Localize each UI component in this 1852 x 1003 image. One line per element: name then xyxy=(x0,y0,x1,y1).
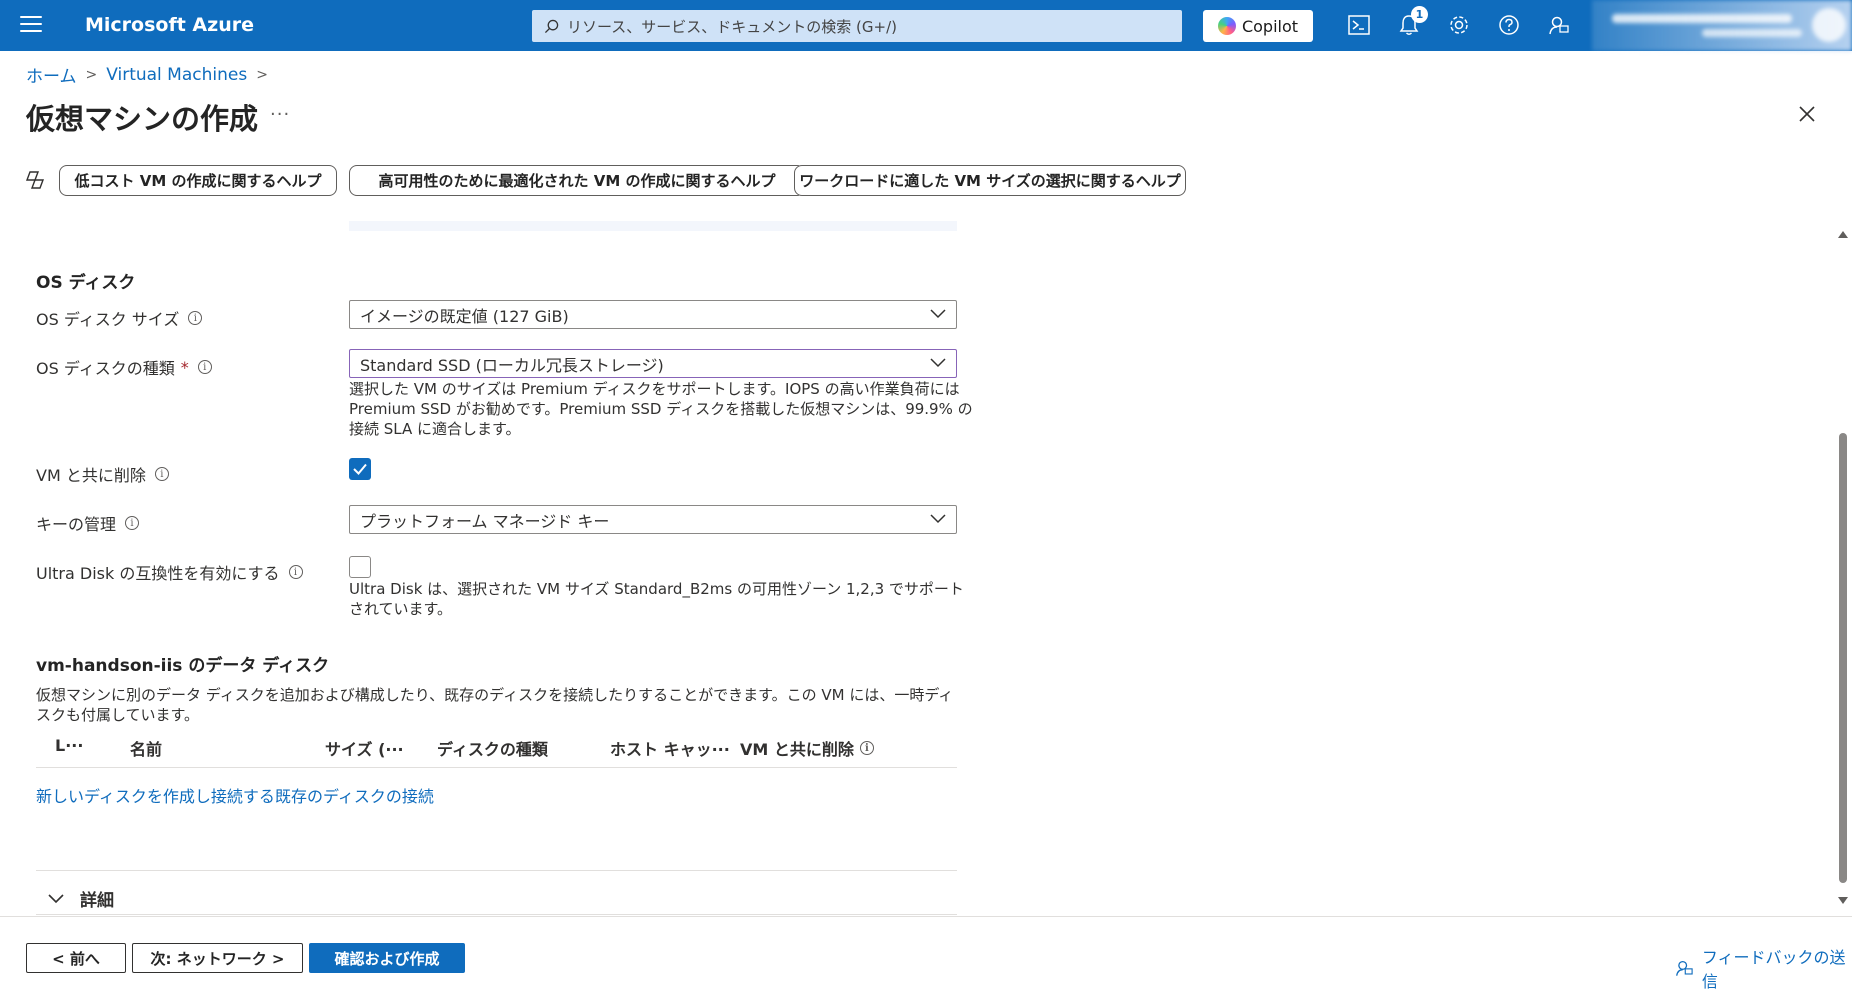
column-header-host-cache[interactable]: ホスト キャッ··· xyxy=(610,736,730,760)
copilot-prompt-icon xyxy=(25,171,45,189)
section-divider xyxy=(36,914,957,915)
portal-brand[interactable]: Microsoft Azure xyxy=(85,14,254,36)
attach-existing-disk-link[interactable]: 既存のディスクの接続 xyxy=(275,783,434,807)
os-disk-type-help-line: Premium SSD がお勧めです。Premium SSD ディスクを搭載した… xyxy=(349,400,973,418)
ultra-disk-label-text: Ultra Disk の互換性を有効にする xyxy=(36,564,280,583)
azure-portal-window: Microsoft Azure リソース、サービス、ドキュメントの検索 (G+/… xyxy=(0,0,1852,1003)
os-disk-size-label-text: OS ディスク サイズ xyxy=(36,310,180,329)
chevron-down-icon xyxy=(930,358,946,368)
scroll-down-arrow-icon[interactable] xyxy=(1838,897,1848,904)
global-search-input[interactable]: リソース、サービス、ドキュメントの検索 (G+/) xyxy=(532,10,1182,42)
delete-with-vm-label: VM と共に削除 i xyxy=(36,462,169,486)
info-icon[interactable]: i xyxy=(125,516,140,530)
os-disk-type-dropdown[interactable]: Standard SSD (ローカル冗長ストレージ) xyxy=(349,349,957,378)
key-management-label: キーの管理 i xyxy=(36,511,140,535)
notification-badge: 1 xyxy=(1411,6,1428,23)
info-icon[interactable]: i xyxy=(188,311,203,325)
help-low-cost-vm-button[interactable]: 低コスト VM の作成に関するヘルプ xyxy=(59,165,337,196)
data-disks-heading: vm-handson-iis のデータ ディスク xyxy=(36,656,330,676)
os-disk-type-label: OS ディスクの種類 * i xyxy=(36,355,212,379)
column-header-delete-with-vm-text: VM と共に削除 xyxy=(740,740,854,759)
avatar xyxy=(1812,8,1846,42)
os-disk-type-label-text: OS ディスクの種類 xyxy=(36,359,175,378)
top-nav-bar: Microsoft Azure リソース、サービス、ドキュメントの検索 (G+/… xyxy=(0,0,1852,51)
help-high-availability-vm-button[interactable]: 高可用性のために最適化された VM の作成に関するヘルプ xyxy=(349,165,805,196)
details-label: 詳細 xyxy=(80,891,114,911)
delete-with-vm-label-text: VM と共に削除 xyxy=(36,466,146,485)
key-management-dropdown[interactable]: プラットフォーム マネージド キー xyxy=(349,505,957,534)
breadcrumb-home[interactable]: ホーム xyxy=(26,62,77,87)
data-disks-description: 仮想マシンに別のデータ ディスクを追加および構成したり、既存のディスクを接続した… xyxy=(36,686,954,724)
copilot-label: Copilot xyxy=(1241,16,1299,36)
os-disk-heading: OS ディスク xyxy=(36,273,136,293)
key-management-value: プラットフォーム マネージド キー xyxy=(360,511,610,531)
vertical-scrollbar[interactable] xyxy=(1836,225,1850,910)
section-divider xyxy=(36,870,957,871)
account-menu-blurred[interactable] xyxy=(1592,0,1852,51)
breadcrumb-virtual-machines[interactable]: Virtual Machines xyxy=(106,65,247,85)
scroll-up-arrow-icon[interactable] xyxy=(1838,231,1848,238)
column-header-delete-with-vm[interactable]: VM と共に削除 i xyxy=(740,736,874,760)
chevron-down-icon xyxy=(930,514,946,524)
search-icon xyxy=(544,19,559,33)
ultra-disk-help: Ultra Disk は、選択された VM サイズ Standard_B2ms … xyxy=(349,579,964,619)
os-disk-type-help-line: 接続 SLA に適合します。 xyxy=(349,420,521,438)
os-disk-size-value: イメージの既定値 (127 GiB) xyxy=(360,306,569,326)
os-disk-size-label: OS ディスク サイズ i xyxy=(36,306,203,330)
feedback-person-icon[interactable] xyxy=(1546,12,1572,38)
previous-section-remnant xyxy=(349,221,957,231)
footer-divider xyxy=(0,916,1852,917)
help-question-icon[interactable] xyxy=(1496,12,1522,38)
review-create-button[interactable]: 確認および作成 xyxy=(309,943,465,973)
info-icon[interactable]: i xyxy=(197,360,212,374)
chevron-right-icon: > xyxy=(85,66,98,83)
details-expander[interactable]: 詳細 xyxy=(48,886,114,911)
scrollbar-thumb[interactable] xyxy=(1839,433,1847,883)
send-feedback-link[interactable]: フィードバックの送信 xyxy=(1675,944,1852,992)
info-icon[interactable]: i xyxy=(154,467,169,481)
chevron-down-icon xyxy=(48,893,64,903)
previous-button[interactable]: < 前へ xyxy=(26,943,126,973)
more-options-button[interactable]: ··· xyxy=(270,104,290,125)
chevron-right-icon: > xyxy=(256,66,268,83)
os-disk-type-help-line: 選択した VM のサイズは Premium ディスクをサポートします。IOPS … xyxy=(349,380,960,398)
cloud-shell-icon[interactable] xyxy=(1346,12,1372,38)
os-disk-type-help: 選択した VM のサイズは Premium ディスクをサポートします。IOPS … xyxy=(349,379,973,439)
ultra-disk-label: Ultra Disk の互換性を有効にする i xyxy=(36,560,303,584)
column-header-name[interactable]: 名前 xyxy=(130,736,162,760)
breadcrumb: ホーム > Virtual Machines > xyxy=(26,62,277,88)
table-divider xyxy=(36,767,957,768)
column-header-disk-type[interactable]: ディスクの種類 xyxy=(437,736,548,760)
ultra-disk-checkbox[interactable] xyxy=(349,556,371,578)
ultra-disk-help-line: Ultra Disk は、選択された VM サイズ Standard_B2ms … xyxy=(349,580,964,598)
column-header-size[interactable]: サイズ (··· xyxy=(325,736,404,760)
create-attach-disk-link[interactable]: 新しいディスクを作成し接続する xyxy=(36,783,275,807)
notifications-bell-icon[interactable]: 1 xyxy=(1396,6,1428,38)
next-network-button[interactable]: 次: ネットワーク > xyxy=(132,943,303,973)
feedback-person-icon xyxy=(1676,960,1693,976)
info-icon[interactable]: i xyxy=(859,741,874,755)
chevron-down-icon xyxy=(930,309,946,319)
os-disk-size-dropdown[interactable]: イメージの既定値 (127 GiB) xyxy=(349,300,957,329)
close-icon[interactable] xyxy=(1797,104,1819,126)
copilot-icon xyxy=(1217,17,1236,35)
help-vm-size-button[interactable]: ワークロードに適した VM サイズの選択に関するヘルプ xyxy=(794,165,1186,196)
checkmark-icon xyxy=(353,463,367,475)
copilot-button[interactable]: Copilot xyxy=(1203,10,1313,42)
ultra-disk-help-line: されています。 xyxy=(349,600,453,618)
send-feedback-label: フィードバックの送信 xyxy=(1701,948,1846,991)
key-management-label-text: キーの管理 xyxy=(36,515,117,534)
hamburger-menu-icon[interactable] xyxy=(20,16,42,34)
required-asterisk: * xyxy=(180,357,189,377)
column-header-lun[interactable]: L··· xyxy=(55,736,83,755)
delete-with-vm-checkbox[interactable] xyxy=(349,458,371,480)
settings-gear-icon[interactable] xyxy=(1446,12,1472,38)
os-disk-type-value: Standard SSD (ローカル冗長ストレージ) xyxy=(360,355,664,375)
info-icon[interactable]: i xyxy=(288,565,303,579)
page-title: 仮想マシンの作成 xyxy=(26,102,259,136)
search-placeholder: リソース、サービス、ドキュメントの検索 (G+/) xyxy=(567,17,897,36)
